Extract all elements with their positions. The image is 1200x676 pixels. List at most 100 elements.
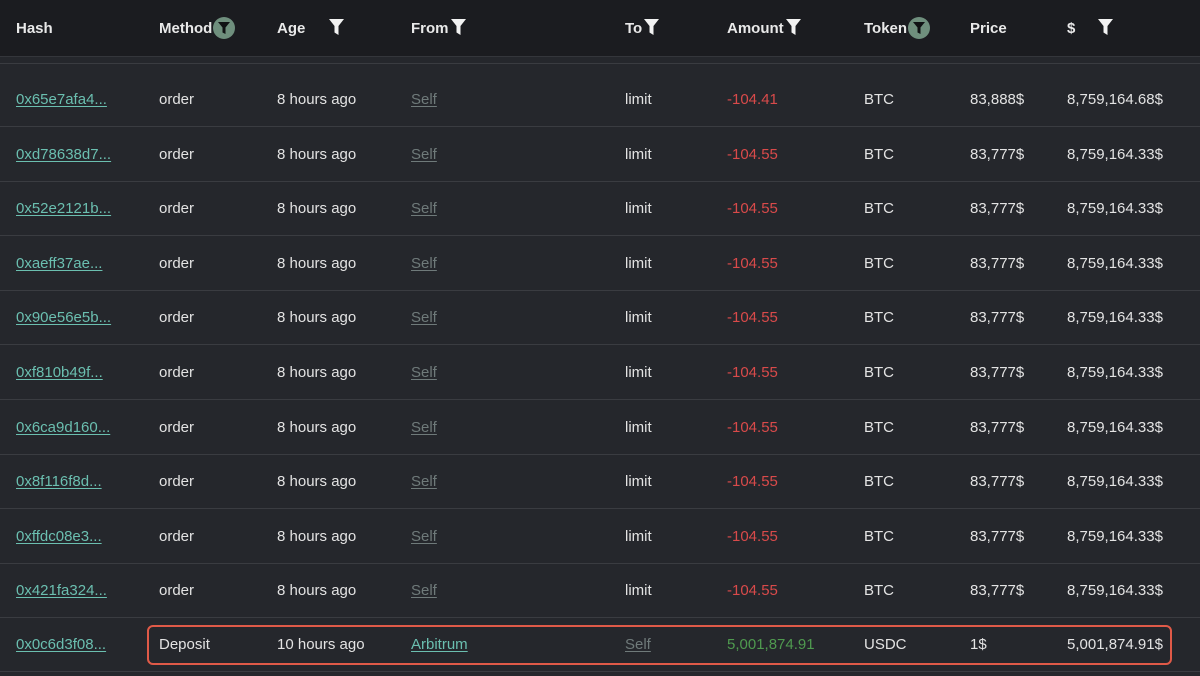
from-link[interactable]: Self [411, 364, 437, 381]
table-row[interactable]: 0x8f116f8d... order 8 hours ago Self limit -1… [0, 454, 1200, 509]
from-cell: Self [411, 345, 437, 399]
to-link[interactable]: Self [625, 636, 651, 653]
token-cell: USDC [864, 635, 907, 653]
method-cell: order [159, 90, 195, 108]
from-link[interactable]: Self [411, 473, 437, 490]
table-row[interactable]: 0xd78638d7... order 8 hours ago Self limit -1… [0, 127, 1200, 182]
usd-value-cell: 8,759,164.68$ [1067, 90, 1163, 108]
usd-value-cell: 8,759,164.33$ [1067, 199, 1163, 217]
from-cell: Self [411, 290, 437, 344]
from-link[interactable]: Self [411, 419, 437, 436]
age-cell: 8 hours ago [277, 254, 357, 272]
amount-cell: -104.55 [727, 418, 778, 436]
amount-cell: -104.55 [727, 527, 778, 545]
method-cell: order [159, 418, 195, 436]
to-filter-icon[interactable] [644, 19, 660, 37]
hash-cell: 0xf810b49f... [16, 345, 103, 399]
hash-link[interactable]: 0x65e7afa4... [16, 91, 107, 108]
table-row[interactable]: 0xffdc08e3... order 8 hours ago Self limit -1… [0, 509, 1200, 564]
usd-value-cell: 8,759,164.33$ [1067, 254, 1163, 272]
from-cell: Arbitrum [411, 617, 468, 671]
from-link[interactable]: Self [411, 91, 437, 108]
amount-cell: -104.55 [727, 145, 778, 163]
table-row[interactable]: 0x421fa324... order 8 hours ago Self limit -1… [0, 563, 1200, 618]
method-filter-icon[interactable] [213, 17, 236, 39]
column-header-price: Price [970, 0, 1007, 56]
usd-value-cell: 8,759,164.33$ [1067, 363, 1163, 381]
usd-value-cell: 5,001,874.91$ [1067, 635, 1163, 653]
token-cell: BTC [864, 363, 894, 381]
column-header-to: To [625, 0, 660, 56]
from-cell: Self [411, 236, 437, 290]
token-cell: BTC [864, 145, 894, 163]
price-cell: 83,777$ [970, 418, 1025, 436]
hash-link[interactable]: 0x0c6d3f08... [16, 636, 106, 653]
hash-link[interactable]: 0x52e2121b... [16, 200, 111, 217]
method-cell: order [159, 363, 195, 381]
method-cell: order [159, 472, 195, 490]
usd-value-cell: 8,759,164.33$ [1067, 527, 1163, 545]
column-header-token-label: Token [864, 19, 908, 37]
from-link[interactable]: Arbitrum [411, 636, 468, 653]
price-cell: 1$ [970, 635, 987, 653]
age-cell: 8 hours ago [277, 527, 357, 545]
price-cell: 83,777$ [970, 199, 1025, 217]
token-filter-icon[interactable] [908, 17, 931, 39]
hash-cell: 0x8f116f8d... [16, 454, 102, 508]
hash-cell: 0xaeff37ae... [16, 236, 102, 290]
hash-link[interactable]: 0x421fa324... [16, 582, 107, 599]
table-row[interactable]: 0x6ca9d160... order 8 hours ago Self limit -1… [0, 400, 1200, 455]
column-header-from-label: From [411, 19, 449, 37]
from-filter-icon[interactable] [450, 19, 467, 37]
hash-link[interactable]: 0xaeff37ae... [16, 255, 102, 272]
hash-link[interactable]: 0xffdc08e3... [16, 528, 102, 545]
table-row[interactable]: 0xf810b49f... order 8 hours ago Self limit -1… [0, 345, 1200, 400]
age-cell: 8 hours ago [277, 90, 357, 108]
hash-link[interactable]: 0xf810b49f... [16, 364, 103, 381]
usd-value-cell: 8,759,164.33$ [1067, 472, 1163, 490]
from-cell: Self [411, 127, 437, 181]
to-cell: limit [625, 308, 652, 326]
to-cell: Self [625, 617, 651, 671]
table-row[interactable]: 0x52e2121b... order 8 hours ago Self limit -1… [0, 181, 1200, 236]
token-cell: BTC [864, 527, 894, 545]
hash-link[interactable]: 0x8f116f8d... [16, 473, 102, 490]
age-cell: 8 hours ago [277, 308, 357, 326]
from-link[interactable]: Self [411, 146, 437, 163]
table-row[interactable]: 0xaeff37ae... order 8 hours ago Self limit -1… [0, 236, 1200, 291]
column-header-usd: $ [1067, 0, 1114, 56]
usd-filter-icon[interactable] [1098, 19, 1114, 37]
table-row[interactable]: 0x65e7afa4... order 8 hours ago Self limit -1… [0, 72, 1200, 127]
from-cell: Self [411, 563, 437, 617]
hash-link[interactable]: 0x6ca9d160... [16, 419, 110, 436]
amount-cell: -104.55 [727, 308, 778, 326]
table-row[interactable]: 0x90e56e5b... order 8 hours ago Self limit -1… [0, 290, 1200, 345]
hash-cell: 0x0c6d3f08... [16, 617, 106, 671]
to-cell: limit [625, 581, 652, 599]
hash-cell: 0x52e2121b... [16, 181, 111, 235]
to-cell: limit [625, 418, 652, 436]
hash-link[interactable]: 0xd78638d7... [16, 146, 111, 163]
from-link[interactable]: Self [411, 255, 437, 272]
table-row-deposit[interactable]: 0x0c6d3f08... Deposit 10 hours ago Arbit… [0, 617, 1200, 672]
token-cell: BTC [864, 254, 894, 272]
age-filter-icon[interactable] [329, 19, 345, 37]
age-cell: 8 hours ago [277, 472, 357, 490]
from-link[interactable]: Self [411, 582, 437, 599]
method-cell: order [159, 581, 195, 599]
to-cell: limit [625, 90, 652, 108]
from-link[interactable]: Self [411, 200, 437, 217]
column-header-age: Age [277, 0, 345, 56]
hash-link[interactable]: 0x90e56e5b... [16, 309, 111, 326]
column-header-usd-label: $ [1067, 19, 1076, 37]
age-cell: 8 hours ago [277, 363, 357, 381]
amount-cell: -104.55 [727, 472, 778, 490]
from-cell: Self [411, 72, 437, 126]
from-link[interactable]: Self [411, 309, 437, 326]
token-cell: BTC [864, 308, 894, 326]
amount-filter-icon[interactable] [785, 19, 802, 37]
column-header-hash-label: Hash [16, 19, 53, 37]
amount-cell: -104.55 [727, 581, 778, 599]
from-link[interactable]: Self [411, 528, 437, 545]
column-header-from: From [411, 0, 467, 56]
